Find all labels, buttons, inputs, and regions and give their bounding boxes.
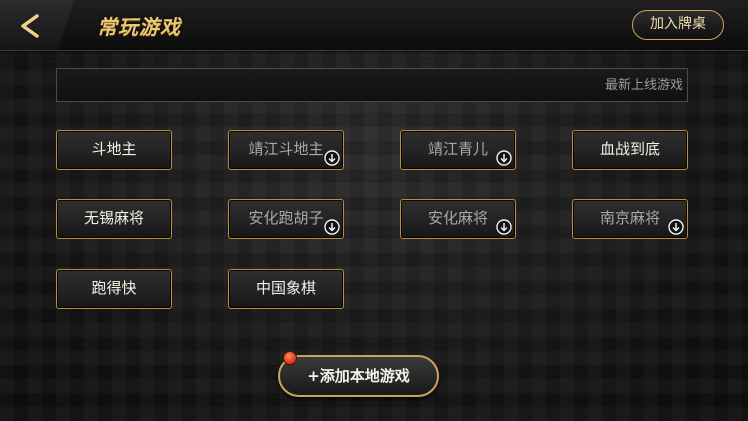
- notification-dot-icon: [283, 351, 297, 365]
- game-label: 血战到底: [599, 140, 660, 158]
- game-label: 靖江青儿: [427, 140, 488, 158]
- game-button[interactable]: 跑得快: [56, 269, 172, 309]
- game-button[interactable]: 无锡麻将: [56, 199, 172, 239]
- game-button[interactable]: 血战到底: [572, 130, 688, 170]
- back-button[interactable]: [0, 0, 74, 50]
- join-table-button[interactable]: 加入牌桌: [632, 10, 724, 40]
- game-label: 安化麻将: [427, 209, 488, 227]
- add-local-game-button[interactable]: +添加本地游戏: [278, 355, 439, 397]
- download-icon: [496, 150, 512, 166]
- page-title: 常玩游戏: [97, 15, 181, 39]
- game-button[interactable]: 安化跑胡子: [228, 199, 344, 239]
- search-input[interactable]: [57, 69, 687, 101]
- back-chevron-icon: [21, 14, 39, 38]
- add-local-game-label: 添加本地游戏: [319, 367, 410, 385]
- game-label: 无锡麻将: [83, 209, 144, 227]
- game-label: 南京麻将: [599, 209, 660, 227]
- game-label: 靖江斗地主: [248, 140, 324, 158]
- game-button[interactable]: 斗地主: [56, 130, 172, 170]
- plus-icon: +: [307, 367, 320, 385]
- top-bar: 常玩游戏 加入牌桌: [0, 0, 748, 51]
- game-label: 斗地主: [91, 140, 137, 158]
- download-icon: [496, 219, 512, 235]
- game-button[interactable]: 靖江青儿: [400, 130, 516, 170]
- download-icon: [324, 150, 340, 166]
- game-button[interactable]: 南京麻将: [572, 199, 688, 239]
- game-label: 安化跑胡子: [248, 209, 324, 227]
- game-button[interactable]: 靖江斗地主: [228, 130, 344, 170]
- game-button[interactable]: 安化麻将: [400, 199, 516, 239]
- search-bar[interactable]: [56, 68, 688, 102]
- game-label: 跑得快: [91, 279, 137, 297]
- download-icon: [324, 219, 340, 235]
- download-icon: [668, 219, 684, 235]
- game-button[interactable]: 中国象棋: [228, 269, 344, 309]
- game-label: 中国象棋: [255, 279, 316, 297]
